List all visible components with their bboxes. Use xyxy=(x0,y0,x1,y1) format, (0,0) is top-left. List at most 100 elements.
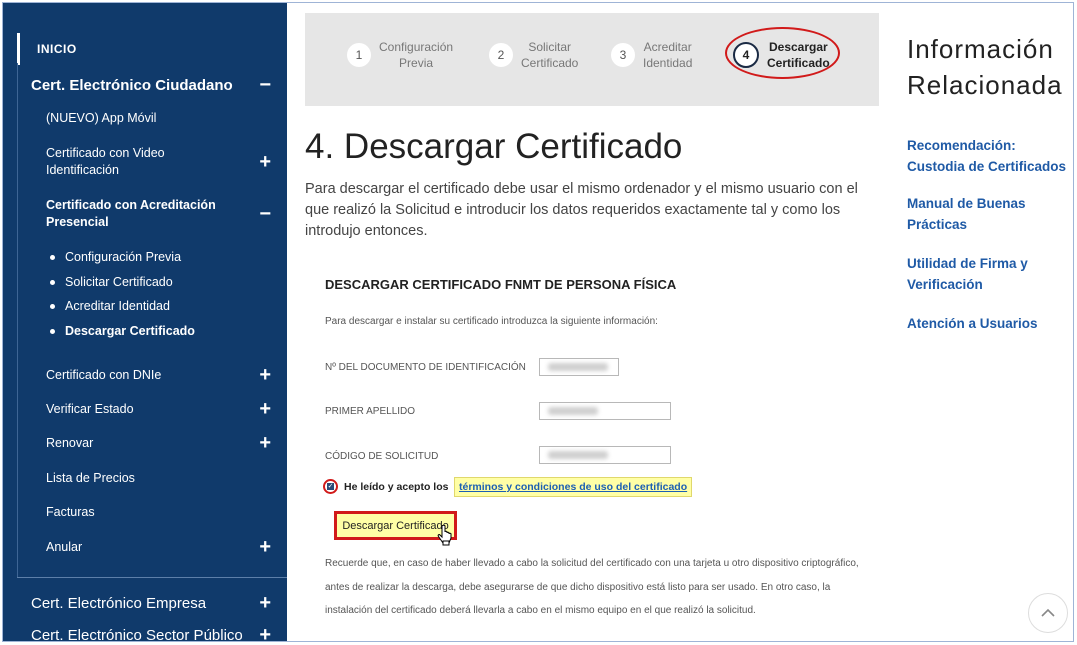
sidebar-item-renovar[interactable]: Renovar + xyxy=(3,432,287,454)
sidebar-item-app-movil[interactable]: (NUEVO) App Móvil xyxy=(3,107,287,129)
step-2[interactable]: 2 Solicitar Certificado xyxy=(489,39,578,71)
sidebar-item-anular[interactable]: Anular + xyxy=(3,536,287,558)
sidebar-item-verificar[interactable]: Verificar Estado + xyxy=(3,398,287,420)
form-title: DESCARGAR CERTIFICADO FNMT DE PERSONA FÍ… xyxy=(325,277,677,292)
scroll-to-top-button[interactable] xyxy=(1028,593,1068,633)
redacted-value xyxy=(548,407,598,415)
sidebar-label-line: Presencial xyxy=(46,215,109,229)
step-number: 2 xyxy=(489,43,513,67)
button-label: Descargar Certificado xyxy=(342,519,449,532)
sidebar-subitem-configuracion[interactable]: Configuración Previa xyxy=(3,247,287,267)
plus-icon[interactable]: + xyxy=(259,537,271,557)
intro-text: Para descargar el certificado debe usar … xyxy=(305,181,858,239)
request-code-input[interactable] xyxy=(539,446,671,464)
step-label-line: Configuración xyxy=(379,40,454,54)
sidebar-item-label: Certificado con Video Identificación xyxy=(46,145,165,179)
document-id-input[interactable] xyxy=(539,358,619,376)
bullet-icon xyxy=(50,254,55,260)
sidebar-label-line: Identificación xyxy=(46,163,119,177)
sidebar-divider xyxy=(17,577,287,578)
minus-icon[interactable]: − xyxy=(259,204,271,224)
chevron-up-icon xyxy=(1041,608,1055,617)
step-1[interactable]: 1 Configuración Previa xyxy=(347,39,453,71)
link-line: Verificación xyxy=(907,277,983,292)
step-number: 3 xyxy=(611,43,635,67)
sidebar-subitem-descargar[interactable]: Descargar Certificado xyxy=(3,321,287,341)
plus-icon[interactable]: + xyxy=(259,593,271,613)
sidebar-item-label: Renovar xyxy=(46,435,94,450)
sidebar-item-label: Cert. Electrónico Empresa xyxy=(31,594,207,612)
terms-link[interactable]: términos y condiciones de uso del certif… xyxy=(454,477,693,497)
link-line: Atención a Usuarios xyxy=(907,316,1038,331)
sidebar-subitem-solicitar[interactable]: Solicitar Certificado xyxy=(3,272,287,292)
link-line: Utilidad de Firma y xyxy=(907,256,1028,271)
step-label: Acreditar Identidad xyxy=(643,39,692,71)
sidebar-item-empresa[interactable]: Cert. Electrónico Empresa + xyxy=(3,591,287,615)
step-label-line: Identidad xyxy=(643,56,693,70)
sidebar-item-label: Anular xyxy=(46,539,83,554)
sidebar-label-line: Certificado con Video xyxy=(46,146,165,160)
terms-checkbox[interactable]: ✓ xyxy=(323,479,338,494)
sidebar-item-video[interactable]: Certificado con Video Identificación + xyxy=(3,143,287,181)
accept-label: He leído y acepto los xyxy=(344,481,449,493)
sidebar-subitem-acreditar[interactable]: Acreditar Identidad xyxy=(3,296,287,316)
sidebar-item-label: Certificado con DNIe xyxy=(46,367,162,382)
link-line: Recomendación: xyxy=(907,138,1016,153)
link-line: Custodia de Certificados xyxy=(907,159,1067,174)
step-3[interactable]: 3 Acreditar Identidad xyxy=(611,39,692,71)
related-link-custodia[interactable]: Recomendación: Custodia de Certificados xyxy=(907,135,1066,177)
checkbox-checked-icon: ✓ xyxy=(327,483,334,490)
sidebar-item-label: Verificar Estado xyxy=(46,401,134,416)
step-label-line: Acreditar xyxy=(643,40,692,54)
redacted-value xyxy=(548,451,608,459)
sidebar-item-label: Solicitar Certificado xyxy=(65,275,173,289)
link-line: Manual de Buenas xyxy=(907,196,1026,211)
sidebar-item-sector-publico[interactable]: Cert. Electrónico Sector Público + xyxy=(3,623,287,642)
redacted-value xyxy=(548,363,608,371)
step-number: 1 xyxy=(347,43,371,67)
sidebar-item-label: Cert. Electrónico Ciudadano xyxy=(31,76,233,94)
plus-icon[interactable]: + xyxy=(259,365,271,385)
minus-icon[interactable]: − xyxy=(259,75,271,95)
bullet-icon xyxy=(50,303,55,309)
progress-stepper: 1 Configuración Previa 2 Solicitar Certifi… xyxy=(305,13,879,106)
reminder-text: Recuerde que, en caso de haber llevado a… xyxy=(325,558,859,616)
sidebar-item-ciudadano[interactable]: Cert. Electrónico Ciudadano − xyxy=(3,71,287,99)
sidebar-item-dnie[interactable]: Certificado con DNIe + xyxy=(3,364,287,386)
related-link-manual[interactable]: Manual de Buenas Prácticas xyxy=(907,193,1026,235)
request-code-label: CÓDIGO DE SOLICITUD xyxy=(325,451,439,462)
related-link-atencion[interactable]: Atención a Usuarios xyxy=(907,313,1038,334)
sidebar-nav: INICIO Cert. Electrónico Ciudadano − (NU… xyxy=(3,3,287,642)
sidebar-item-label: Acreditar Identidad xyxy=(65,299,170,313)
page-title: 4. Descargar Certificado xyxy=(305,127,683,166)
page-frame: INICIO Cert. Electrónico Ciudadano − (NU… xyxy=(2,2,1074,642)
step-label-line: Previa xyxy=(399,56,434,70)
surname-input[interactable] xyxy=(539,402,671,420)
plus-icon[interactable]: + xyxy=(259,625,271,641)
sidebar-item-label: Facturas xyxy=(46,504,95,519)
related-title-line: Relacionada xyxy=(907,70,1063,100)
step-label-line: Solicitar xyxy=(528,40,572,54)
related-title-line: Información xyxy=(907,34,1054,64)
sidebar-item-label: Lista de Precios xyxy=(46,470,135,485)
hand-cursor-icon xyxy=(437,525,452,546)
sidebar-item-label: Descargar Certificado xyxy=(65,324,195,338)
bullet-icon xyxy=(50,279,55,285)
sidebar-item-acreditacion[interactable]: Certificado con Acreditación Presencial − xyxy=(3,195,287,233)
sidebar-item-label: INICIO xyxy=(37,42,77,56)
step-label: Configuración Previa xyxy=(379,39,453,71)
sidebar-item-precios[interactable]: Lista de Precios xyxy=(3,467,287,489)
plus-icon[interactable]: + xyxy=(259,433,271,453)
sidebar-label-line: Certificado con Acreditación xyxy=(46,198,216,212)
sidebar-item-facturas[interactable]: Facturas xyxy=(3,501,287,523)
step-label: Solicitar Certificado xyxy=(521,39,578,71)
sidebar-item-inicio[interactable]: INICIO xyxy=(3,35,287,63)
plus-icon[interactable]: + xyxy=(259,399,271,419)
bullet-icon xyxy=(50,328,55,334)
sidebar-item-label: Cert. Electrónico Sector Público xyxy=(31,626,243,642)
sidebar-item-label: (NUEVO) App Móvil xyxy=(46,110,157,125)
step-label-line: Certificado xyxy=(521,56,579,70)
related-link-utilidad[interactable]: Utilidad de Firma y Verificación xyxy=(907,253,1028,295)
plus-icon[interactable]: + xyxy=(259,152,271,172)
sidebar-item-label: Certificado con Acreditación Presencial xyxy=(46,197,216,231)
